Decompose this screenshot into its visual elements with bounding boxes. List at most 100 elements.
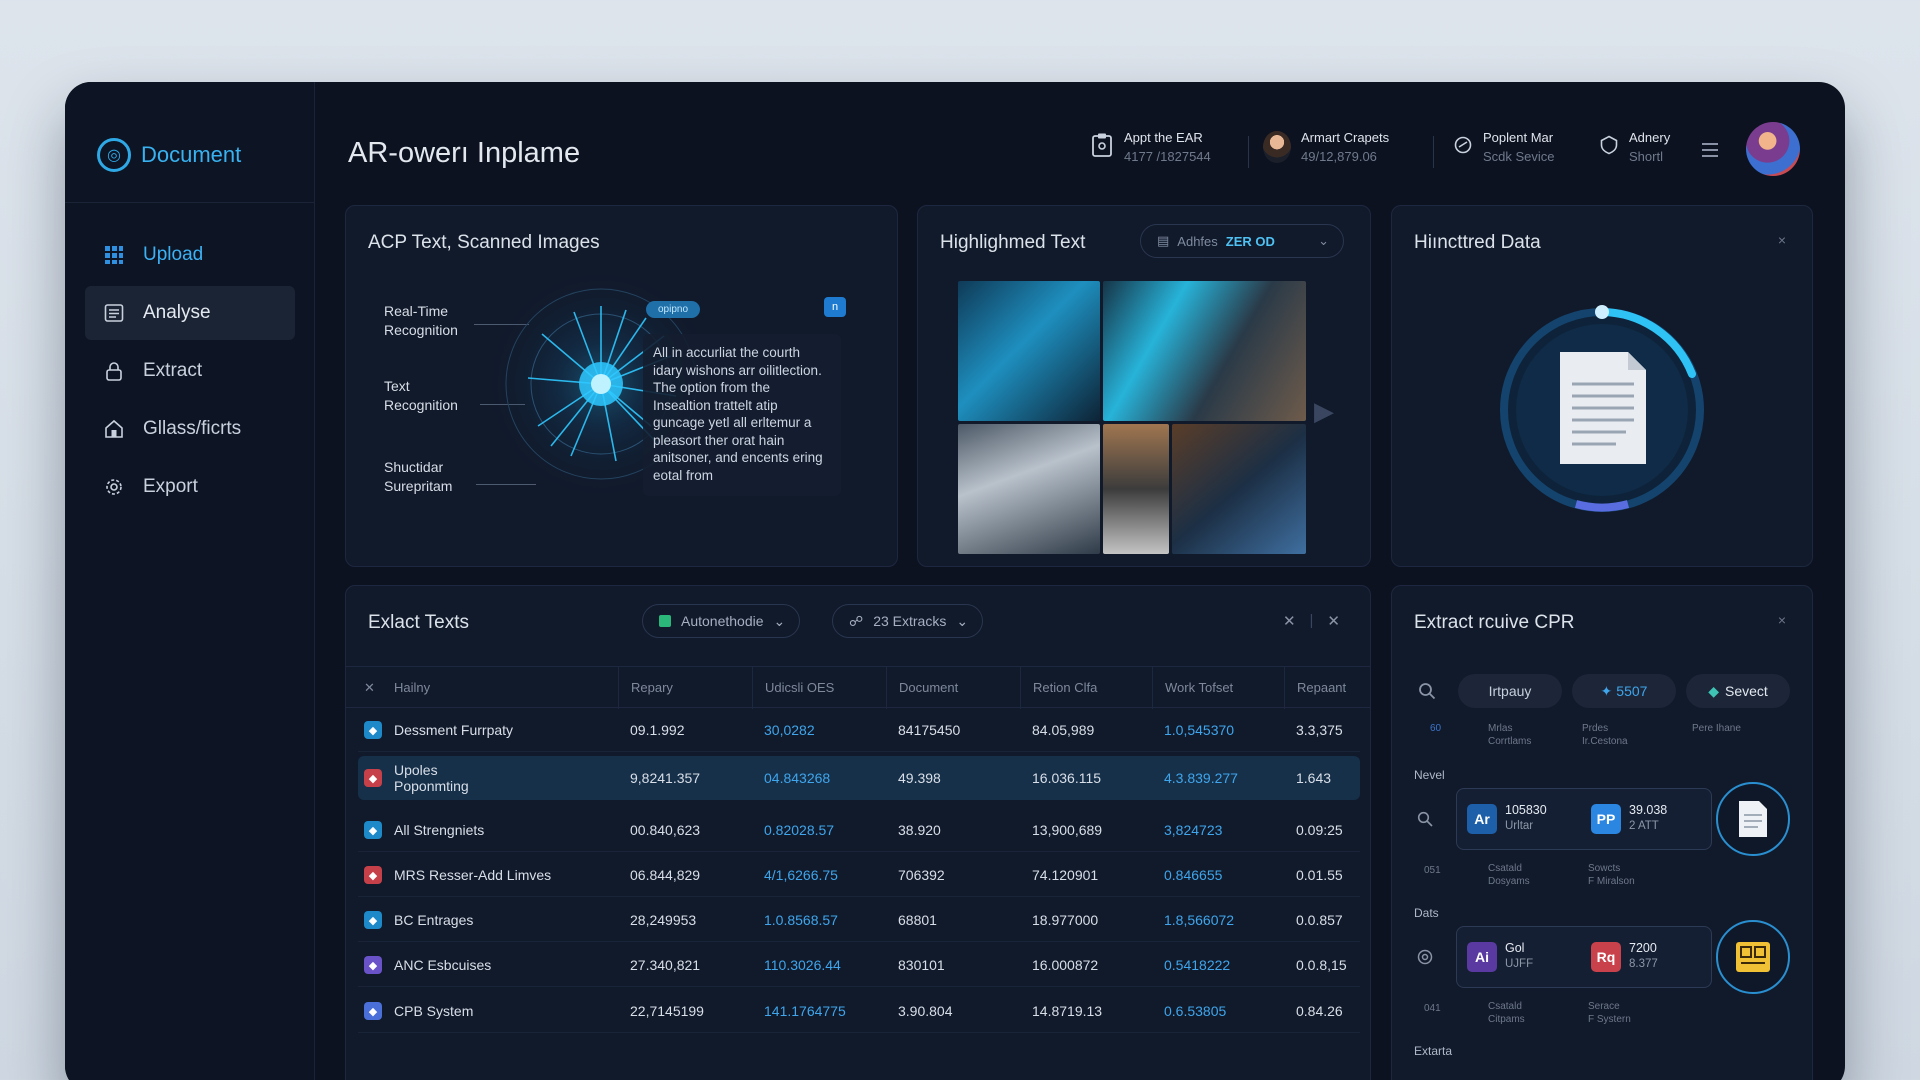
column-header[interactable]: Repary: [618, 667, 752, 709]
table-row[interactable]: ◆ ANC Esbcuises 27.340,821 110.3026.44 83010…: [358, 943, 1360, 987]
extract-item-text: 7200 8.377: [1629, 941, 1658, 970]
menu-icon[interactable]: [1701, 142, 1719, 163]
table-row[interactable]: ◆ All Strengniets 00.840,623 0.82028.57 38.9…: [358, 808, 1360, 852]
method-select-value: Autonethodie: [681, 613, 764, 629]
table-cell: 28,249953: [630, 912, 697, 928]
item-number: 051: [1424, 865, 1441, 876]
ocr-tag[interactable]: opipno: [646, 301, 701, 318]
target-icon[interactable]: [1414, 946, 1436, 968]
close-icon[interactable]: ✕: [1283, 612, 1296, 630]
brand[interactable]: ◎ Document: [97, 138, 241, 172]
sidebar-item-extract[interactable]: Extract: [85, 344, 295, 398]
chevron-down-icon: ⌄: [1318, 233, 1329, 248]
table-actions: ✕ | ✕: [1283, 612, 1340, 630]
sidebar-item-label: Extract: [143, 360, 203, 381]
row-icon-cell: ◆: [364, 989, 382, 1033]
document-icon[interactable]: [1716, 782, 1790, 856]
chip-select-label: Sevect: [1724, 683, 1768, 699]
table-cell: 84.05,989: [1032, 722, 1095, 738]
filter-select[interactable]: ▤ Adhfes ZER OD ⌄: [1140, 224, 1344, 258]
table-row[interactable]: ◆ MRS Resser-Add Limves 06.844,829 4/1,6266…: [358, 853, 1360, 897]
chevron-right-icon[interactable]: ▶: [1314, 396, 1334, 427]
table-cell: 74.120901: [1032, 867, 1099, 883]
upload-icon: [103, 244, 125, 266]
document-type-icon: ◆: [364, 866, 382, 884]
image-thumbnail[interactable]: [958, 424, 1100, 554]
chip-count[interactable]: ✦ 5507: [1572, 674, 1676, 708]
header-item-ear[interactable]: Appt the EAR 4177 /1827544: [1090, 130, 1211, 164]
header-item-user[interactable]: Armart Crapets 49/12,879.06: [1263, 130, 1389, 164]
item-meta: Serace F Systern: [1588, 1001, 1631, 1025]
table-cell: 0.01.55: [1296, 867, 1343, 883]
header-item-adnery[interactable]: Adnery Shortl: [1599, 130, 1670, 164]
column-header[interactable]: Work Tofset: [1152, 667, 1284, 709]
sidebar-item-glossaries[interactable]: Gllass/ficrts: [85, 402, 295, 456]
extract-item[interactable]: Ar 105830 Urltar PP 39.038 2 ATT: [1456, 788, 1712, 850]
item-meta: Csatald Dosyams: [1488, 863, 1530, 887]
extract-item[interactable]: Ai Gol UJFF Rq 7200 8.377: [1456, 926, 1712, 988]
column-header[interactable]: Document: [886, 667, 1020, 709]
table-cell: 49.398: [898, 770, 941, 786]
divider: [65, 202, 315, 203]
table-cell: 14.8719.13: [1032, 1003, 1103, 1019]
lock-icon: [103, 360, 125, 382]
document-progress-ring: [1496, 304, 1708, 516]
app-tile-icon: Ai: [1467, 942, 1497, 972]
table-cell: 1.0.8568.57: [764, 912, 838, 928]
select-prefix: Adhfes: [1177, 233, 1218, 249]
table-cell: 22,7145199: [630, 1003, 704, 1019]
table-cell: 27.340,821: [630, 957, 701, 973]
chip-company[interactable]: Irtpauy: [1458, 674, 1562, 708]
sidebar-item-label: Upload: [143, 244, 204, 265]
table-cell: 68801: [898, 912, 937, 928]
row-name: ANC Esbcuises: [394, 956, 492, 973]
ocr-badge[interactable]: n: [824, 297, 846, 317]
app-tile-icon: PP: [1591, 804, 1621, 834]
close-icon[interactable]: ×: [1778, 612, 1786, 628]
table-row[interactable]: ◆ CPB System 22,7145199 141.1764775 3.90.804…: [358, 989, 1360, 1033]
table-cell: 0.846655: [1164, 867, 1223, 883]
column-header[interactable]: Hailny: [382, 667, 570, 709]
method-select[interactable]: Autonethodie ⌄: [642, 604, 801, 638]
table-row[interactable]: ◆ Upoles Poponmting 9,8241.357 04.843268 49.…: [358, 756, 1360, 800]
column-header[interactable]: Retion Clfa: [1020, 667, 1152, 709]
extract-item-text: 39.038 2 ATT: [1629, 803, 1668, 832]
sidebar-item-upload[interactable]: Upload: [85, 228, 295, 282]
row-name: CPB System: [394, 1002, 474, 1019]
list-icon: ▤: [1157, 233, 1170, 248]
sidebar-item-export[interactable]: Export: [85, 460, 295, 514]
column-header[interactable]: Repaant: [1284, 667, 1370, 709]
shield-icon: [1599, 135, 1619, 160]
image-thumbnail[interactable]: [1103, 424, 1169, 554]
mini-label: Prdes Ir.Cestona: [1582, 723, 1628, 747]
header-item-service[interactable]: Poplent Mar Scdk Sevice: [1453, 130, 1555, 164]
document-scan-icon[interactable]: [1716, 920, 1790, 994]
extracts-select[interactable]: ☍ 23 Extracks ⌄: [832, 604, 984, 638]
row-icon-cell: ◆: [364, 808, 382, 852]
close-icon[interactable]: ×: [1778, 232, 1786, 248]
table-cell: 84175450: [898, 722, 961, 738]
image-thumbnail[interactable]: [1103, 281, 1306, 421]
close-icon[interactable]: ✕: [1327, 612, 1340, 630]
header-item-label: Adnery: [1629, 130, 1671, 145]
image-thumbnail[interactable]: [1172, 424, 1306, 554]
tag-icon: ☍: [849, 612, 864, 629]
chip-count-label: 5507: [1616, 683, 1648, 699]
sidebar-item-analyse[interactable]: Analyse: [85, 286, 295, 340]
column-header[interactable]: Udicsli OES: [752, 667, 886, 709]
clear-icon[interactable]: ✕: [346, 667, 382, 709]
page-title: AR-owerı Inplame: [348, 137, 581, 169]
avatar[interactable]: [1746, 122, 1800, 176]
chip-select[interactable]: ◆ Sevect: [1686, 674, 1790, 708]
table-row[interactable]: ◆ BC Entrages 28,249953 1.0.8568.57 68801 18.…: [358, 898, 1360, 942]
zoom-icon[interactable]: [1414, 808, 1436, 830]
table-row[interactable]: ◆ Dessment Furrpaty 09.1.992 30,0282 8417545…: [358, 708, 1360, 752]
table-cell: 0.84.26: [1296, 1003, 1343, 1019]
row-icon-cell: ◆: [364, 853, 382, 897]
image-thumbnail[interactable]: [958, 281, 1100, 421]
highlight-card: Highlighmed Text ▤ Adhfes ZER OD ⌄ ▶: [917, 205, 1371, 567]
document-type-icon: ◆: [364, 721, 382, 739]
row-icon-cell: ◆: [364, 898, 382, 942]
search-icon[interactable]: [1418, 682, 1436, 705]
table-cell: 706392: [898, 867, 945, 883]
